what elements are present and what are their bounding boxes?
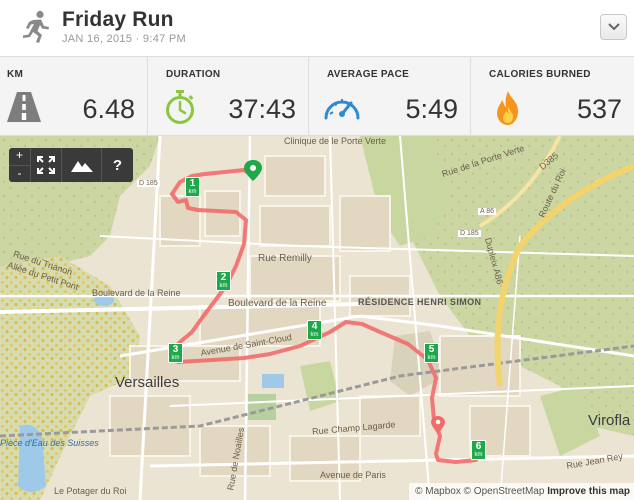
osm-credit-link[interactable]: © OpenStreetMap [464, 486, 545, 497]
km-marker-number: 3 [172, 344, 179, 355]
map-label: Clinique de le Porte Verte [284, 136, 387, 146]
km-marker-number: 1 [189, 178, 196, 189]
activity-menu-button[interactable] [600, 14, 627, 40]
km-marker-6: 6 km [471, 440, 486, 460]
stats-bar: KM 6.48 DURATION 37:43 AVERAGE PACE 5:49 [0, 56, 634, 136]
km-marker-unit: km [188, 189, 197, 195]
stat-distance: KM 6.48 [0, 57, 147, 135]
zoom-controls: + - [9, 148, 31, 182]
map-label: Versailles [115, 374, 180, 391]
mapbox-credit-link[interactable]: © Mapbox [415, 486, 461, 497]
stat-value: 5:49 [405, 94, 458, 124]
km-marker-1: 1 km [185, 177, 200, 197]
stat-value: 6.48 [82, 94, 135, 124]
flame-icon [497, 91, 519, 125]
stat-calories: CALORIES BURNED 537 [470, 57, 634, 135]
map-controls: + - ? [9, 148, 133, 182]
activity-header: Friday Run JAN 16, 2015 · 9:47 PM [0, 0, 634, 56]
runner-icon [23, 10, 49, 43]
km-marker-number: 5 [428, 344, 435, 355]
fullscreen-button[interactable] [31, 148, 62, 182]
map-label: Boulevard de la Reine [228, 298, 327, 309]
map-attribution: © Mapbox © OpenStreetMap Improve this ma… [409, 483, 634, 500]
speedometer-icon [324, 99, 360, 120]
stopwatch-icon [166, 90, 194, 124]
stat-value: 537 [576, 94, 622, 124]
zoom-in-button[interactable]: + [9, 148, 30, 165]
activity-title: Friday Run [62, 8, 174, 31]
stat-label: KM [7, 69, 24, 80]
map-label: Avenue de Paris [320, 470, 386, 480]
map-label: D 185 [137, 180, 160, 187]
km-marker-number: 6 [475, 441, 482, 452]
fullscreen-icon [37, 156, 55, 174]
mountain-icon [70, 161, 93, 172]
km-marker-number: 2 [220, 272, 227, 283]
map-label: A 86 [478, 208, 497, 215]
km-marker-unit: km [171, 355, 180, 361]
help-button[interactable]: ? [102, 148, 133, 182]
route-map[interactable]: Clinique de le Porte Verte Rue Remilly B… [0, 136, 634, 500]
stat-pace: AVERAGE PACE 5:49 [308, 57, 470, 135]
road-icon [7, 92, 41, 122]
km-marker-unit: km [310, 332, 319, 338]
km-marker-2: 2 km [216, 271, 231, 291]
km-marker-unit: km [474, 452, 483, 458]
map-label: Pièce d'Eau des Suisses [0, 438, 99, 448]
stat-label: AVERAGE PACE [327, 69, 410, 80]
map-label: Le Potager du Roi [54, 486, 127, 496]
terrain-button[interactable] [62, 148, 102, 182]
stat-label: DURATION [166, 69, 221, 80]
km-marker-unit: km [427, 355, 436, 361]
stat-duration: DURATION 37:43 [147, 57, 308, 135]
km-marker-unit: km [219, 283, 228, 289]
map-label: RÉSIDENCE HENRI SIMON [358, 297, 482, 307]
map-label: Rue Remilly [258, 253, 312, 264]
chevron-down-icon [608, 23, 620, 31]
map-label: Virofla [588, 412, 631, 429]
stat-value: 37:43 [228, 94, 296, 124]
km-marker-5: 5 km [424, 343, 439, 363]
map-label: D 185 [458, 230, 481, 237]
km-marker-number: 4 [311, 321, 318, 332]
zoom-out-button[interactable]: - [9, 165, 30, 182]
stat-label: CALORIES BURNED [489, 69, 591, 80]
improve-map-link[interactable]: Improve this map [547, 486, 630, 497]
activity-date: JAN 16, 2015 · 9:47 PM [62, 33, 186, 45]
km-marker-4: 4 km [307, 320, 322, 340]
km-marker-3: 3 km [168, 343, 183, 363]
map-label: Boulevard de la Reine [92, 288, 181, 298]
